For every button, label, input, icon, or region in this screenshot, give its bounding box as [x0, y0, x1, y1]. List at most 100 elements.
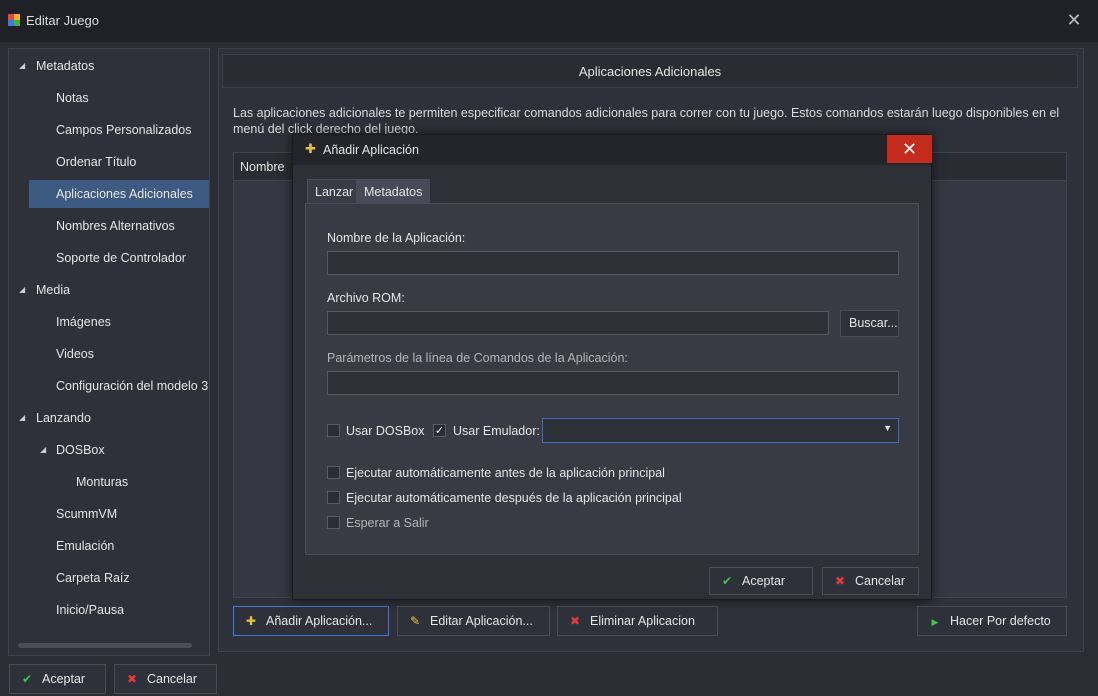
sidebar-item-label: Soporte de Controlador: [56, 251, 186, 265]
plus-icon: ✚: [245, 614, 257, 628]
sidebar-item-label: Inicio/Pausa: [56, 603, 125, 617]
delete-app-label: Eliminar Aplicacion: [590, 614, 695, 628]
sidebar-item-label: Notas: [56, 91, 89, 105]
wait-exit-checkbox[interactable]: [327, 516, 340, 529]
sidebar-item[interactable]: Aplicaciones Adicionales: [29, 180, 209, 208]
sidebar-item-label: Imágenes: [56, 315, 111, 329]
tab-metadatos[interactable]: Metadatos: [356, 179, 431, 203]
sidebar-item-label: Aplicaciones Adicionales: [56, 187, 193, 201]
page-title: Aplicaciones Adicionales: [222, 54, 1078, 88]
check-icon: ✔: [21, 672, 33, 686]
sidebar-tree: ◢ Metadatos Notas Campos Personalizados Orde…: [8, 48, 210, 656]
sidebar-item[interactable]: ◢ Lanzando: [9, 404, 209, 432]
sidebar-item[interactable]: Configuración del modelo 3D: [9, 372, 209, 400]
sidebar-item-label: ScummVM: [56, 507, 118, 521]
plus-icon: ✚: [305, 141, 316, 156]
emulator-select[interactable]: ▼: [542, 418, 899, 443]
sidebar-item[interactable]: Imágenes: [9, 308, 209, 336]
use-emulator-label: Usar Emulador:: [453, 424, 540, 438]
use-dosbox-label: Usar DOSBox: [346, 424, 425, 438]
app-name-field[interactable]: [327, 251, 899, 275]
expand-arrow-icon[interactable]: ◢: [19, 52, 25, 80]
sidebar-item[interactable]: Videos: [9, 340, 209, 368]
cancel-x-icon: ✖: [834, 574, 846, 588]
ok-label: Aceptar: [42, 672, 86, 686]
page-description: Las aplicaciones adicionales te permiten…: [233, 106, 1060, 136]
cancel-label: Cancelar: [147, 672, 198, 686]
sidebar-item[interactable]: Emulación: [9, 532, 209, 560]
window-close-icon[interactable]: ✕: [1064, 10, 1084, 30]
params-field[interactable]: [327, 371, 899, 395]
ok-button[interactable]: ✔ Aceptar: [9, 664, 106, 694]
sidebar-item[interactable]: Notas: [9, 84, 209, 112]
expand-arrow-icon[interactable]: ◢: [19, 404, 25, 432]
dialog-close-icon[interactable]: ✕: [887, 135, 932, 163]
sidebar-item[interactable]: Ordenar Título: [9, 148, 209, 176]
sidebar-item-label: Media: [36, 283, 71, 297]
sidebar-item[interactable]: Soporte de Controlador: [9, 244, 209, 272]
sidebar-item[interactable]: ◢ Metadatos: [9, 52, 209, 80]
sidebar-item[interactable]: ScummVM: [9, 500, 209, 528]
add-app-dialog: ✚ Añadir Aplicación ✕ Lanzar Metadatos N…: [292, 134, 932, 600]
sidebar-item-label: Lanzando: [36, 411, 91, 425]
rom-label: Archivo ROM:: [327, 291, 405, 305]
window-title: Editar Juego: [26, 13, 99, 28]
auto-before-label: Ejecutar automáticamente antes de la apl…: [346, 466, 665, 480]
app-logo-icon: [8, 14, 20, 26]
sidebar-item[interactable]: Nombres Alternativos: [9, 212, 209, 240]
cancel-button[interactable]: ✖ Cancelar: [114, 664, 217, 694]
tab-lanzar[interactable]: Lanzar: [307, 179, 362, 203]
sidebar-item[interactable]: Inicio/Pausa: [9, 596, 209, 624]
edit-app-button[interactable]: ✎ Editar Aplicación...: [397, 606, 550, 636]
make-default-label: Hacer Por defecto: [950, 614, 1051, 628]
dialog-ok-button[interactable]: ✔ Aceptar: [709, 567, 813, 595]
sidebar-item-label: Emulación: [56, 539, 115, 553]
wait-exit-label: Esperar a Salir: [346, 516, 429, 530]
tab-panel-lanzar: Nombre de la Aplicación: Archivo ROM: Bu…: [305, 203, 919, 555]
sidebar-item[interactable]: Campos Personalizados: [9, 116, 209, 144]
sidebar-item-label: Monturas: [76, 475, 129, 489]
sidebar-item[interactable]: ◢ DOSBox: [9, 436, 209, 464]
params-label: Parámetros de la línea de Comandos de la…: [327, 351, 628, 365]
rom-path-field[interactable]: [327, 311, 829, 335]
chevron-down-icon: ▼: [883, 423, 892, 433]
dialog-cancel-button[interactable]: ✖ Cancelar: [822, 567, 919, 595]
auto-before-checkbox[interactable]: [327, 466, 340, 479]
sidebar-item-label: Nombres Alternativos: [56, 219, 175, 233]
browse-button[interactable]: Buscar...: [840, 310, 899, 337]
sidebar-item-label: Videos: [56, 347, 94, 361]
play-icon: ▶: [931, 617, 939, 627]
use-emulator-checkbox[interactable]: ✓: [433, 424, 446, 437]
dialog-ok-label: Aceptar: [742, 574, 786, 588]
sidebar-item-label: Configuración del modelo 3D: [56, 379, 210, 393]
sidebar-item[interactable]: Monturas: [9, 468, 209, 496]
app-name-label: Nombre de la Aplicación:: [327, 231, 466, 245]
dialog-title: Añadir Aplicación: [323, 143, 419, 157]
checkmark-icon: ✓: [434, 425, 445, 437]
sidebar-item[interactable]: ◢ Media: [9, 276, 209, 304]
sidebar-item-label: Carpeta Raíz: [56, 571, 130, 585]
delete-icon: ✖: [569, 614, 581, 628]
sidebar-item[interactable]: Carpeta Raíz: [9, 564, 209, 592]
sidebar-scrollbar[interactable]: [18, 643, 192, 648]
cancel-x-icon: ✖: [126, 672, 138, 686]
sidebar-item-label: Metadatos: [36, 59, 95, 73]
use-dosbox-checkbox[interactable]: [327, 424, 340, 437]
expand-arrow-icon[interactable]: ◢: [19, 276, 25, 304]
delete-app-button[interactable]: ✖ Eliminar Aplicacion: [557, 606, 718, 636]
dialog-title-bar: ✚ Añadir Aplicación: [293, 135, 931, 165]
pencil-icon: ✎: [409, 614, 421, 628]
auto-after-label: Ejecutar automáticamente después de la a…: [346, 491, 682, 505]
dialog-cancel-label: Cancelar: [855, 574, 906, 588]
add-app-label: Añadir Aplicación...: [266, 614, 373, 628]
expand-arrow-icon[interactable]: ◢: [40, 436, 46, 464]
title-bar: Editar Juego ✕: [0, 0, 1098, 42]
sidebar-item-label: Ordenar Título: [56, 155, 137, 169]
make-default-button[interactable]: ▶ Hacer Por defecto: [917, 606, 1067, 636]
edit-app-label: Editar Aplicación...: [430, 614, 533, 628]
add-app-button[interactable]: ✚ Añadir Aplicación...: [233, 606, 389, 636]
sidebar-item-label: Campos Personalizados: [56, 123, 192, 137]
sidebar-item-label: DOSBox: [56, 443, 105, 457]
check-icon: ✔: [721, 574, 733, 588]
auto-after-checkbox[interactable]: [327, 491, 340, 504]
